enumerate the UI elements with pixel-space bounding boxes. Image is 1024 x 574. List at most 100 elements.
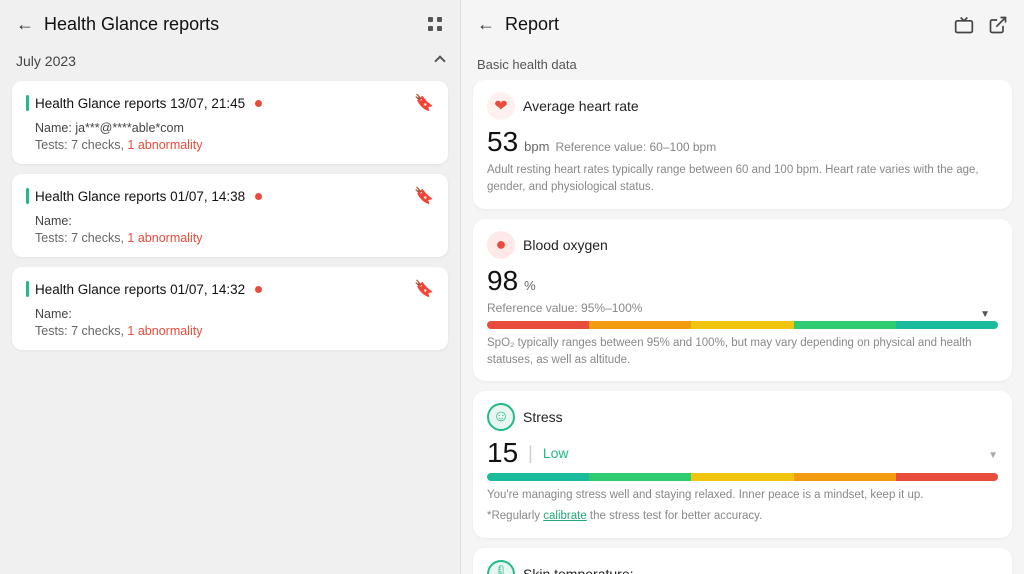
green-bar-icon	[26, 188, 29, 204]
metric-desc: Adult resting heart rates typically rang…	[487, 162, 998, 197]
green-bar-icon	[26, 95, 29, 111]
stress-level: Low	[543, 445, 569, 461]
reports-list: Health Glance reports 13/07, 21:45 🔖 Nam…	[0, 77, 460, 574]
report-title-text: Health Glance reports 13/07, 21:45	[35, 96, 245, 111]
report-card[interactable]: Health Glance reports 13/07, 21:45 🔖 Nam…	[12, 81, 448, 164]
report-card[interactable]: Health Glance reports 01/07, 14:38 🔖 Nam…	[12, 174, 448, 257]
bar-teal	[896, 321, 998, 329]
bar-yellow	[691, 321, 793, 329]
metric-header: ☺ Stress	[487, 403, 998, 431]
unread-dot	[255, 286, 262, 293]
metric-unit: bpm	[524, 139, 549, 154]
report-name: Name: ja***@****able*com	[35, 121, 434, 135]
right-title: Report	[505, 14, 944, 35]
report-card-body: Name: ja***@****able*com Tests: 7 checks…	[26, 121, 434, 152]
export-icon[interactable]	[988, 15, 1008, 35]
bookmark-icon[interactable]: 🔖	[414, 186, 434, 206]
metric-ref: Reference value: 95%–100%	[487, 301, 998, 315]
section-title: Basic health data	[477, 57, 1012, 72]
bar-yellow	[691, 473, 793, 481]
metric-value-row: 98 %	[487, 265, 998, 297]
unread-dot	[255, 100, 262, 107]
stress-value-row: 15 | Low ▼	[487, 437, 998, 469]
bar-indicator: ▼	[980, 309, 990, 320]
report-card-header: Health Glance reports 01/07, 14:32 🔖	[26, 279, 434, 299]
abnormality-text: 1 abnormality	[127, 138, 202, 152]
more-options-icon[interactable]	[428, 17, 444, 33]
bar-red	[896, 473, 998, 481]
month-header: July 2023	[0, 45, 460, 77]
metric-name: Stress	[523, 409, 563, 425]
report-card[interactable]: Health Glance reports 01/07, 14:32 🔖 Nam…	[12, 267, 448, 350]
back-icon-left[interactable]: ←	[16, 14, 34, 35]
metric-ref: Reference value: 60–100 bpm	[555, 140, 716, 154]
metric-header: ● Blood oxygen	[487, 231, 998, 259]
bar-orange	[589, 321, 691, 329]
stress-value: 15	[487, 437, 518, 469]
report-name: Name:	[35, 214, 434, 228]
share-tag-icon[interactable]	[954, 15, 974, 35]
report-title-text: Health Glance reports 01/07, 14:38	[35, 189, 245, 204]
heart-icon: ❤	[487, 92, 515, 120]
bookmark-icon[interactable]: 🔖	[414, 93, 434, 113]
oxygen-icon: ●	[487, 231, 515, 259]
bar-orange	[794, 473, 896, 481]
heart-rate-card: ❤ Average heart rate 53 bpm Reference va…	[473, 80, 1012, 209]
report-tests: Tests: 7 checks, 1 abnormality	[35, 324, 434, 338]
report-card-title: Health Glance reports 01/07, 14:32	[26, 281, 262, 297]
bar-green	[589, 473, 691, 481]
left-panel: ← Health Glance reports July 2023 Health…	[0, 0, 460, 574]
metric-value: 98	[487, 265, 518, 297]
collapse-icon[interactable]	[434, 55, 445, 66]
right-panel: ← Report Basic health data ❤	[461, 0, 1024, 574]
unread-dot	[255, 193, 262, 200]
left-title: Health Glance reports	[44, 14, 418, 35]
metric-name: Average heart rate	[523, 98, 639, 114]
back-icon-right[interactable]: ←	[477, 14, 495, 35]
bookmark-icon[interactable]: 🔖	[414, 279, 434, 299]
month-label: July 2023	[16, 53, 76, 69]
report-card-title: Health Glance reports 01/07, 14:38	[26, 188, 262, 204]
right-header: ← Report	[461, 0, 1024, 45]
report-name: Name:	[35, 307, 434, 321]
report-card-header: Health Glance reports 13/07, 21:45 🔖	[26, 93, 434, 113]
report-card-header: Health Glance reports 01/07, 14:38 🔖	[26, 186, 434, 206]
metric-name: Skin temperature:	[523, 566, 634, 574]
right-content: Basic health data ❤ Average heart rate 5…	[461, 45, 1024, 574]
stress-card: ☺ Stress 15 | Low ▼ You're	[473, 391, 1012, 538]
header-icons	[954, 15, 1008, 35]
metric-unit: %	[524, 278, 536, 293]
stress-divider: |	[528, 443, 533, 464]
calibrate-link[interactable]: calibrate	[543, 510, 586, 522]
metric-desc: You're managing stress well and staying …	[487, 487, 998, 504]
metric-value: 53	[487, 126, 518, 158]
metric-value-row: 53 bpm Reference value: 60–100 bpm	[487, 126, 998, 158]
report-title-text: Health Glance reports 01/07, 14:32	[35, 282, 245, 297]
skin-temp-card: 🌡 Skin temperature: 32.8 °C At typical r…	[473, 548, 1012, 574]
color-bar-visual	[487, 321, 998, 329]
bar-red	[487, 321, 589, 329]
metric-desc: SpO₂ typically ranges between 95% and 10…	[487, 335, 998, 370]
abnormality-text: 1 abnormality	[127, 231, 202, 245]
stress-color-bar	[487, 473, 998, 481]
bar-indicator-small: ▼	[988, 450, 998, 461]
report-tests: Tests: 7 checks, 1 abnormality	[35, 231, 434, 245]
report-card-body: Name: Tests: 7 checks, 1 abnormality	[26, 214, 434, 245]
metric-header: ❤ Average heart rate	[487, 92, 998, 120]
abnormality-text: 1 abnormality	[127, 324, 202, 338]
bar-green	[794, 321, 896, 329]
stress-note: *Regularly calibrate the stress test for…	[487, 508, 998, 525]
metric-header: 🌡 Skin temperature:	[487, 560, 998, 574]
temp-icon: 🌡	[487, 560, 515, 574]
left-header: ← Health Glance reports	[0, 0, 460, 45]
report-tests: Tests: 7 checks, 1 abnormality	[35, 138, 434, 152]
report-card-body: Name: Tests: 7 checks, 1 abnormality	[26, 307, 434, 338]
metric-name: Blood oxygen	[523, 237, 608, 253]
report-card-title: Health Glance reports 13/07, 21:45	[26, 95, 262, 111]
bar-teal	[487, 473, 589, 481]
color-bar: ▼	[487, 321, 998, 329]
green-bar-icon	[26, 281, 29, 297]
stress-icon: ☺	[487, 403, 515, 431]
blood-oxygen-card: ● Blood oxygen 98 % Reference value: 95%…	[473, 219, 1012, 382]
color-bar-visual	[487, 473, 998, 481]
